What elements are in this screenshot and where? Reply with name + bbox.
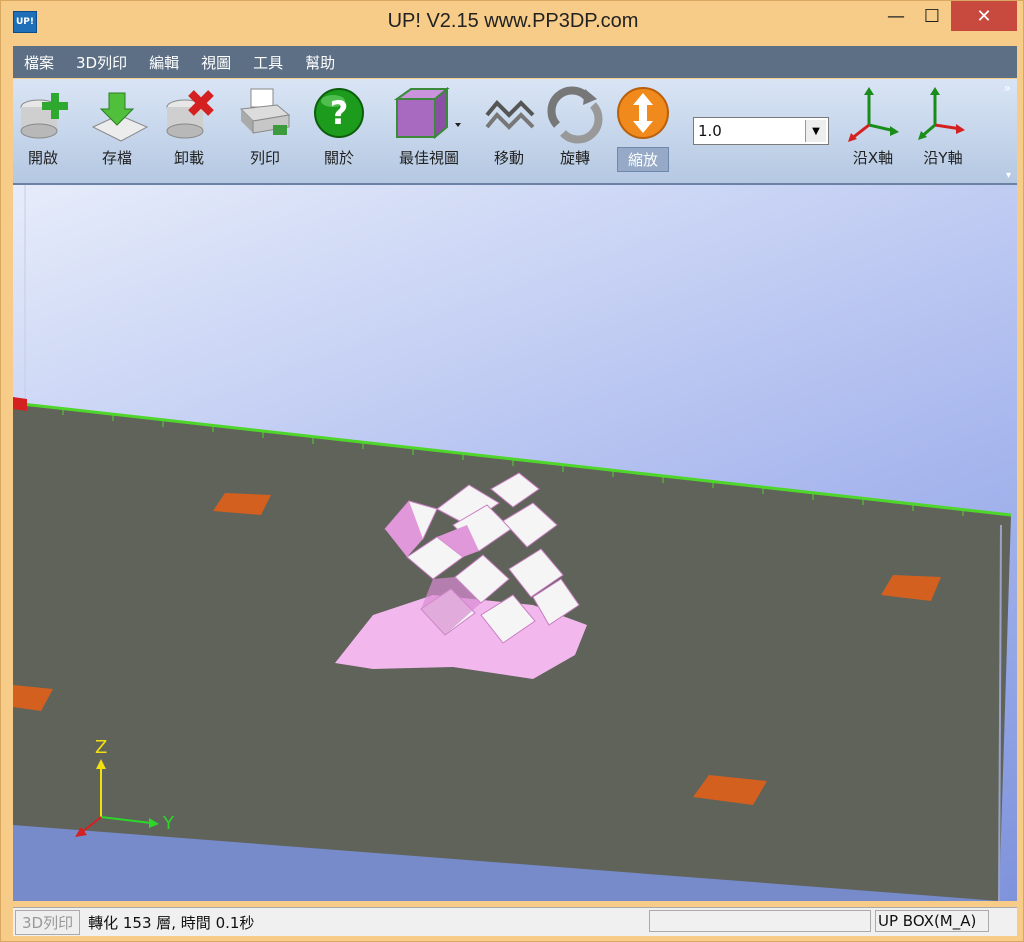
save-label: 存檔 <box>101 149 132 167</box>
rotate-icon <box>547 86 603 144</box>
unload-icon <box>166 90 214 139</box>
toolbar-overflow-button[interactable]: » <box>1004 81 1011 95</box>
scale-label: 縮放 <box>616 147 669 172</box>
along-x-label: 沿X軸 <box>852 149 894 167</box>
printer-icon <box>239 88 291 135</box>
scale-factor-select[interactable]: 1.0 ▼ <box>693 117 829 145</box>
help-icon: ? <box>314 88 364 138</box>
menu-bar: 檔案 3D列印 編輯 視圖 工具 幫助 <box>13 46 1017 78</box>
about-button[interactable]: ? 關於 <box>311 85 367 179</box>
along-x-button[interactable]: 沿X軸 <box>845 85 901 179</box>
best-view-label: 最佳視圖 <box>398 149 459 167</box>
along-y-button[interactable]: 沿Y軸 <box>915 85 971 179</box>
menu-file[interactable]: 檔案 <box>13 52 65 73</box>
status-progress-panel <box>649 910 871 932</box>
move-button[interactable]: 移動 <box>481 85 537 179</box>
print-label: 列印 <box>249 149 280 167</box>
status-bar: 3D列印 轉化 153 層, 時間 0.1秒 UP BOX(M_A) <box>13 907 1017 936</box>
minimize-button[interactable]: — <box>877 1 915 31</box>
maximize-button[interactable]: ☐ <box>915 1 949 31</box>
scale-factor-value: 1.0 <box>698 122 722 140</box>
scene: Z Y <box>13 185 1012 901</box>
toolbar: 開啟 存檔 卸載 列印 ? 關於 最佳視圖 移動 旋轉 縮放 1.0 ▼ 沿X軸… <box>13 79 1017 185</box>
y-axis-label: Y <box>162 813 175 834</box>
rotate-button[interactable]: 旋轉 <box>547 85 603 179</box>
close-button[interactable]: ✕ <box>951 1 1017 31</box>
along-y-label: 沿Y軸 <box>923 149 963 167</box>
app-window: UP! UP! V2.15 www.PP3DP.com — ☐ ✕ 檔案 3D列… <box>0 0 1024 942</box>
open-button[interactable]: 開啟 <box>15 85 71 179</box>
menu-3d-print[interactable]: 3D列印 <box>65 52 138 73</box>
y-axis-icon <box>918 87 965 140</box>
printer-status: UP BOX(M_A) <box>875 910 989 932</box>
best-view-button[interactable]: 最佳視圖 <box>389 85 469 179</box>
menu-edit[interactable]: 編輯 <box>138 52 190 73</box>
status-message: 轉化 153 層, 時間 0.1秒 <box>88 913 255 932</box>
3d-viewport[interactable]: Z Y <box>13 185 1017 901</box>
print-button[interactable]: 列印 <box>237 85 293 179</box>
save-icon <box>91 92 149 142</box>
unload-label: 卸載 <box>173 149 204 167</box>
menu-view[interactable]: 視圖 <box>190 52 242 73</box>
title-bar: UP! UP! V2.15 www.PP3DP.com — ☐ ✕ <box>1 1 1024 45</box>
menu-help[interactable]: 幫助 <box>294 52 346 73</box>
status-print-button[interactable]: 3D列印 <box>15 909 81 935</box>
window-title: UP! V2.15 www.PP3DP.com <box>387 10 639 32</box>
about-label: 關於 <box>323 149 354 167</box>
menu-tools[interactable]: 工具 <box>242 52 294 73</box>
scale-button[interactable]: 縮放 <box>615 85 671 179</box>
scale-icon <box>617 87 669 139</box>
cube-view-icon <box>393 86 461 140</box>
save-button[interactable]: 存檔 <box>89 85 149 179</box>
open-icon <box>20 93 68 139</box>
unload-button[interactable]: 卸載 <box>161 85 217 179</box>
toolbar-options-button[interactable]: ▾ <box>1006 170 1011 181</box>
open-label: 開啟 <box>27 149 58 167</box>
x-axis-icon <box>848 87 899 142</box>
svg-text:?: ? <box>330 94 349 132</box>
rotate-label: 旋轉 <box>559 149 590 167</box>
z-axis-label: Z <box>95 737 107 758</box>
chevron-down-icon[interactable]: ▼ <box>805 120 826 142</box>
move-label: 移動 <box>493 149 524 167</box>
move-icon <box>485 100 535 130</box>
